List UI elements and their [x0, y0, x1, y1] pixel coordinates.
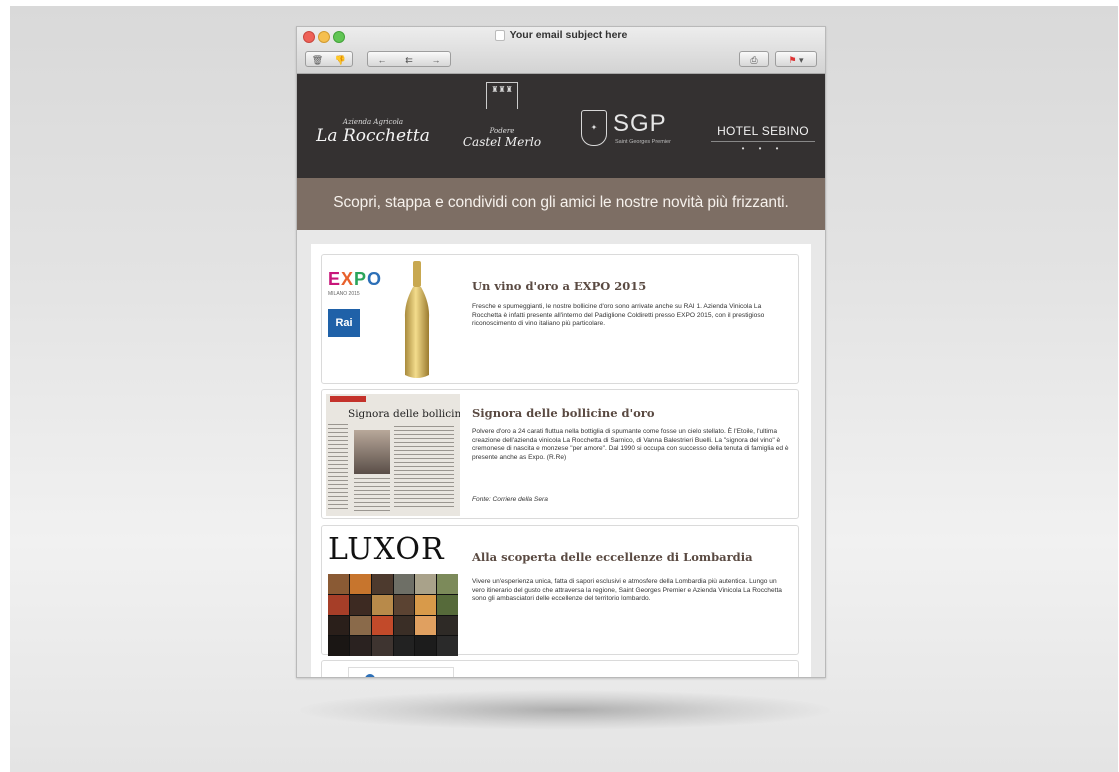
hotel-sebino-logo[interactable]: HOTEL SEBINO • • • [711, 124, 815, 153]
hotel-name: HOTEL SEBINO [711, 124, 815, 142]
article-title[interactable]: Alla scoperta delle eccellenze di Lombar… [472, 550, 753, 564]
castel-subtitle: Podere [489, 127, 515, 135]
mail-window: Your email subject here 🗑 👎 ← ⇇ → ⎙ ⚑ ▾ Azi… [296, 26, 826, 678]
tagline-text: Scopri, stappa e condividi con gli amici… [333, 194, 789, 211]
window-shadow [300, 690, 830, 730]
newspaper-thumbnail[interactable]: Signora delle bollicine d'o [326, 394, 460, 516]
champagne-bottle-icon [404, 261, 430, 378]
newspaper-headline: Signora delle bollicine d'o [348, 408, 460, 420]
print-button[interactable]: ⎙ [739, 51, 769, 67]
la-rocchetta-logo[interactable]: Azienda Agricola La Rocchetta [313, 118, 433, 146]
article-source: Fonte: Corriere della Sera [472, 496, 548, 503]
delete-junk-button-group: 🗑 👎 [305, 51, 353, 67]
document-icon [494, 29, 505, 41]
printer-icon: ⎙ [750, 55, 758, 65]
window-title-text: Your email subject here [509, 29, 628, 41]
photo-mosaic [328, 574, 458, 656]
article-text: Vivere un'esperienza unica, fatta di sap… [472, 578, 782, 603]
reply-button-group: ← ⇇ → [367, 51, 451, 67]
luxor-wordmark: LUXOR [328, 532, 445, 567]
article-title[interactable]: Un vino d'oro a EXPO 2015 [472, 279, 646, 293]
trash-icon[interactable]: 🗑 [306, 52, 329, 68]
title-bar[interactable]: Your email subject here 🗑 👎 ← ⇇ → ⎙ ⚑ ▾ [297, 27, 825, 74]
castel-name: Castel Merlo [462, 135, 542, 149]
article-card-partial[interactable] [321, 660, 799, 677]
castel-merlo-logo[interactable]: ♜♜♜ Podere Castel Merlo [447, 82, 557, 149]
rocchetta-name: La Rocchetta [316, 126, 430, 146]
hotel-stars: • • • [741, 144, 785, 153]
article-title[interactable]: Signora delle bollicine d'oro [472, 406, 655, 420]
logos-header: Azienda Agricola La Rocchetta ♜♜♜ Podere… [297, 74, 825, 178]
reply-icon[interactable]: ← [368, 52, 395, 68]
tagline-banner: Scopri, stappa e condividi con gli amici… [297, 178, 825, 230]
window-title: Your email subject here [297, 29, 825, 41]
article-text: Polvere d'oro a 24 carati fluttua nella … [472, 428, 789, 461]
reply-all-icon[interactable]: ⇇ [395, 52, 422, 68]
chevron-down-icon: ▾ [799, 55, 804, 65]
sgp-subtitle: Saint Georges Premier [615, 139, 671, 145]
flag-icon: ⚑ [788, 55, 797, 65]
expo-logo: EXPO [328, 269, 383, 289]
articles-panel: EXPO MILANO 2015 Rai Un vino d'oro a EXP… [311, 244, 811, 677]
rai-logo: Rai [328, 309, 360, 337]
article-card-expo[interactable]: EXPO MILANO 2015 Rai Un vino d'oro a EXP… [321, 254, 799, 384]
forward-icon[interactable]: → [423, 52, 450, 68]
rocchetta-subtitle: Azienda Agricola [342, 118, 404, 126]
luxor-thumbnail[interactable]: LUXOR [326, 530, 460, 656]
article-text: Fresche e spumeggianti, le nostre bollic… [472, 303, 765, 328]
newspaper-clipping: Signora delle bollicine d'o [326, 394, 460, 516]
portrait-photo [354, 430, 390, 474]
sgp-letters: SGP [613, 110, 667, 137]
expo-subtitle: MILANO 2015 [328, 291, 360, 297]
expo-thumbnail[interactable]: EXPO MILANO 2015 Rai [326, 259, 460, 381]
castle-crest-icon: ♜♜♜ [486, 82, 518, 109]
article-card-signora[interactable]: Signora delle bollicine d'o Signora dell… [321, 389, 799, 519]
globe-icon [365, 674, 375, 677]
article-card-luxor[interactable]: LUXOR Alla scoperta delle eccellenze di … [321, 525, 799, 656]
partial-thumbnail [348, 667, 454, 677]
email-body: Azienda Agricola La Rocchetta ♜♜♜ Podere… [297, 74, 825, 677]
flag-button[interactable]: ⚑ ▾ [775, 51, 817, 67]
shield-icon: ✦ [581, 110, 607, 146]
thumbs-down-icon[interactable]: 👎 [329, 52, 352, 68]
